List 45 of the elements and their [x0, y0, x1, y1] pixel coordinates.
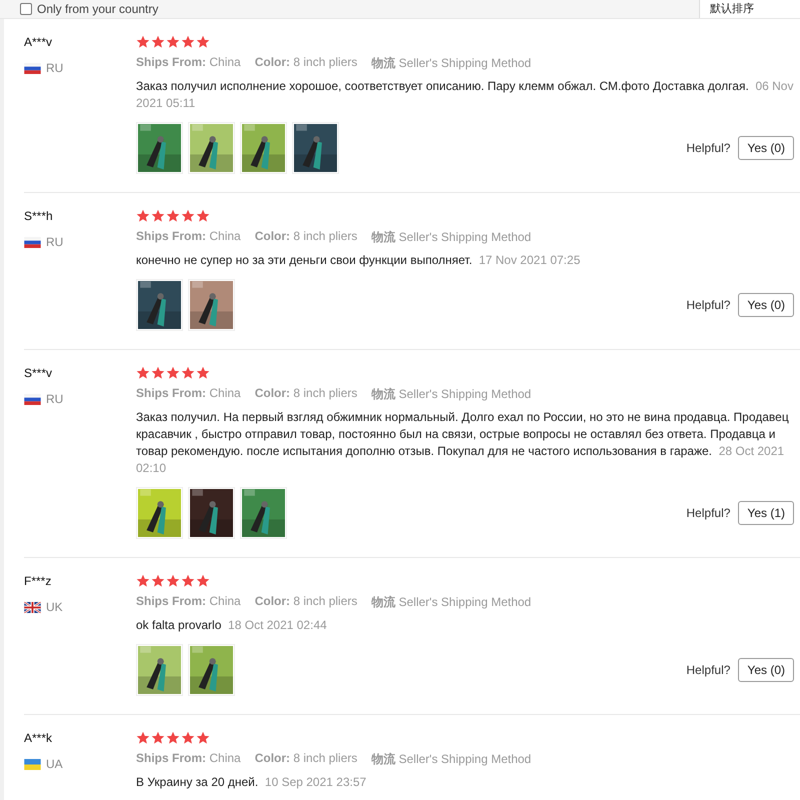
- ships-from-info: Ships From: China: [136, 594, 241, 610]
- flag-icon: [24, 236, 41, 248]
- review-text: ok falta provarlo 18 Oct 2021 02:44: [136, 617, 328, 634]
- helpful-yes-button[interactable]: Yes (0): [738, 136, 794, 160]
- flag-icon: [24, 602, 41, 612]
- ships-from-info: Ships From: China: [136, 386, 241, 402]
- reviewer-name: A***k: [24, 731, 54, 745]
- country-code: UK: [46, 600, 63, 614]
- ships-from-info: Ships From: China: [136, 229, 241, 245]
- color-info: Color: 8 inch pliers: [254, 229, 358, 245]
- reviewer-name: S***h: [24, 209, 54, 223]
- review-text: Заказ получил исполнение хорошое, соответствует описанию. Пару клемм обжал. СМ.фото Доставка долгая. 06 Nov 2021 05:11: [136, 78, 794, 112]
- reviewer-name: S***v: [24, 366, 54, 380]
- reviewer-name: A***v: [24, 35, 54, 49]
- color-info: Color: 8 inch pliers: [254, 386, 358, 402]
- flag-icon: [24, 394, 41, 404]
- helpful-yes-button[interactable]: Yes (0): [738, 293, 794, 317]
- logistics-info: 物流 Seller's Shipping Method: [371, 386, 532, 403]
- color-info: Color: 8 inch pliers: [254, 55, 358, 71]
- helpful-label: Helpful?: [686, 506, 730, 520]
- country-code: UA: [46, 757, 63, 771]
- ships-from-info: Ships From: China: [136, 751, 241, 767]
- country-code: RU: [46, 235, 64, 249]
- logistics-info: 物流 Seller's Shipping Method: [371, 594, 532, 611]
- reviewer-name: F***z: [24, 574, 52, 588]
- review-text: конечно не супер но за эти деньги свои функции выполняет. 17 Nov 2021 07:25: [136, 252, 582, 269]
- review-text: Заказ получил. На первый взгляд обжимник нормальный. Долго ехал по России, но это не вина продавца. Продавец красавчик , быстро отправил товар, постоянно был на связи, острые вопросы не оставлял без ответа. Продавца и товар рекомендую. после испытания дополню отзыв. Покупал для не частого использования в гараже. 28 Oct 2021 02:10: [136, 409, 790, 477]
- logistics-info: 物流 Seller's Shipping Method: [371, 55, 532, 72]
- helpful-label: Helpful?: [686, 298, 730, 312]
- ships-from-info: Ships From: China: [136, 55, 241, 71]
- checkbox[interactable]: [20, 3, 32, 15]
- flag-icon: [24, 62, 41, 74]
- flag-icon: [24, 758, 41, 770]
- logistics-info: 物流 Seller's Shipping Method: [371, 751, 532, 768]
- sort-dropdown[interactable]: 默认排序: [699, 0, 800, 18]
- helpful-yes-button[interactable]: Yes (0): [738, 658, 794, 682]
- country-code: RU: [46, 392, 64, 406]
- logistics-info: 物流 Seller's Shipping Method: [371, 229, 532, 246]
- color-info: Color: 8 inch pliers: [254, 751, 358, 767]
- helpful-yes-button[interactable]: Yes (1): [738, 501, 794, 525]
- review-text: В Украину за 20 дней. 10 Sep 2021 23:57: [136, 774, 368, 791]
- color-info: Color: 8 inch pliers: [254, 594, 358, 610]
- helpful-label: Helpful?: [686, 663, 730, 677]
- helpful-label: Helpful?: [686, 141, 730, 155]
- country-code: RU: [46, 61, 64, 75]
